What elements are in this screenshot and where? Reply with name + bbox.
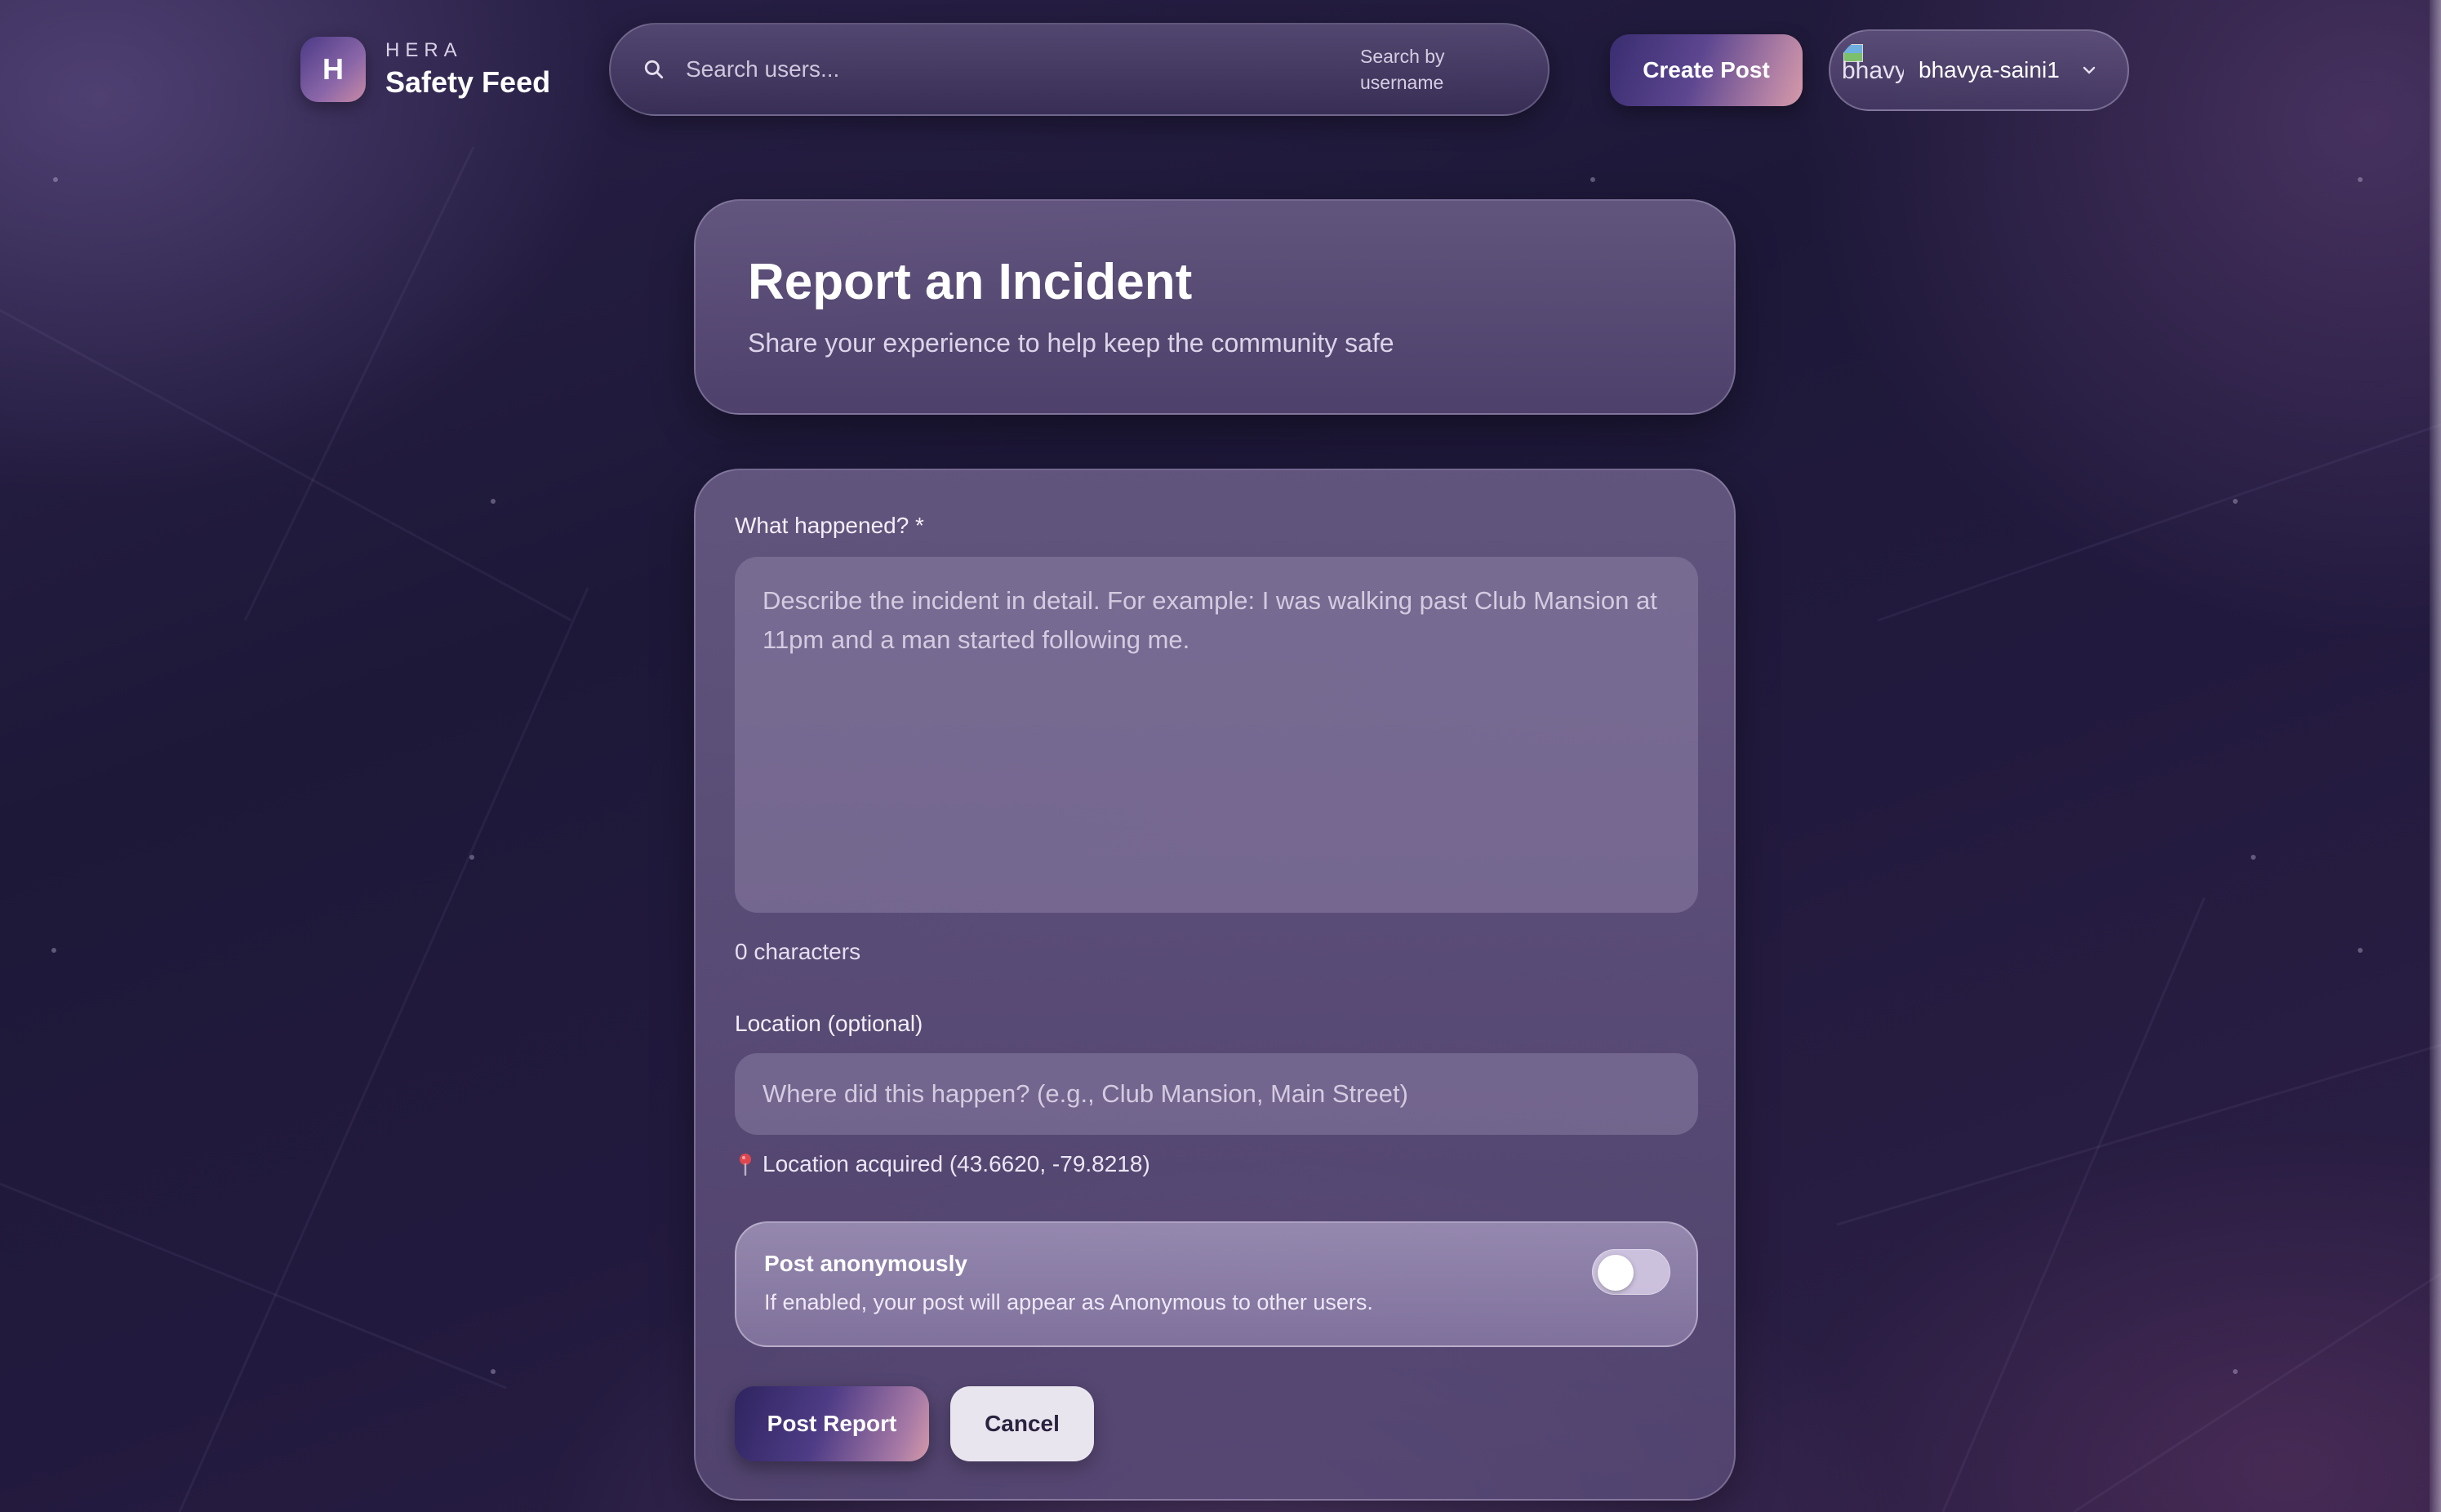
brand-kicker: HERA <box>385 39 463 61</box>
description-textarea[interactable] <box>735 557 1698 913</box>
location-label: Location (optional) <box>735 1011 923 1036</box>
avatar-alt-text: bhavya <box>1842 57 1904 84</box>
brand-name: Safety Feed <box>385 65 551 99</box>
character-count: 0 characters <box>735 939 861 964</box>
brand[interactable]: H HERA Safety Feed <box>300 37 550 102</box>
description-label: What happened? * <box>735 513 924 538</box>
window-edge <box>2430 0 2441 1512</box>
location-status-text: Location acquired (43.6620, -79.8218) <box>763 1151 1150 1176</box>
anonymous-option: Post anonymously If enabled, your post w… <box>735 1221 1698 1347</box>
pin-icon <box>735 1152 756 1176</box>
post-report-button[interactable]: Post Report <box>735 1386 929 1461</box>
chevron-down-icon <box>2079 60 2099 80</box>
incident-form: What happened? * 0 characters Location (… <box>694 469 1736 1501</box>
brand-logo: H <box>300 37 366 102</box>
anonymous-toggle[interactable] <box>1592 1249 1670 1295</box>
create-post-button[interactable]: Create Post <box>1610 34 1803 106</box>
location-status: Location acquired (43.6620, -79.8218) <box>735 1151 1150 1177</box>
anonymous-title: Post anonymously <box>764 1251 967 1276</box>
page-title: Report an Incident <box>748 254 1193 310</box>
username: bhavya-saini1 <box>1919 57 2060 82</box>
page-header-card: Report an Incident Share your experience… <box>694 199 1736 415</box>
brand-text: HERA Safety Feed <box>385 39 550 100</box>
anonymous-description: If enabled, your post will appear as Ano… <box>764 1290 1373 1314</box>
search-hint: Search by username <box>1360 46 1445 93</box>
toggle-knob <box>1598 1255 1634 1291</box>
avatar: bhavya <box>1839 38 1904 103</box>
cancel-button[interactable]: Cancel <box>950 1386 1094 1461</box>
search-input[interactable] <box>686 45 1360 94</box>
location-input[interactable] <box>735 1053 1698 1135</box>
search-icon <box>640 56 668 83</box>
user-menu[interactable]: bhavya bhavya-saini1 <box>1829 29 2129 111</box>
page-subtitle: Share your experience to help keep the c… <box>748 328 1394 358</box>
user-search-bar: Search by username <box>609 23 1550 116</box>
